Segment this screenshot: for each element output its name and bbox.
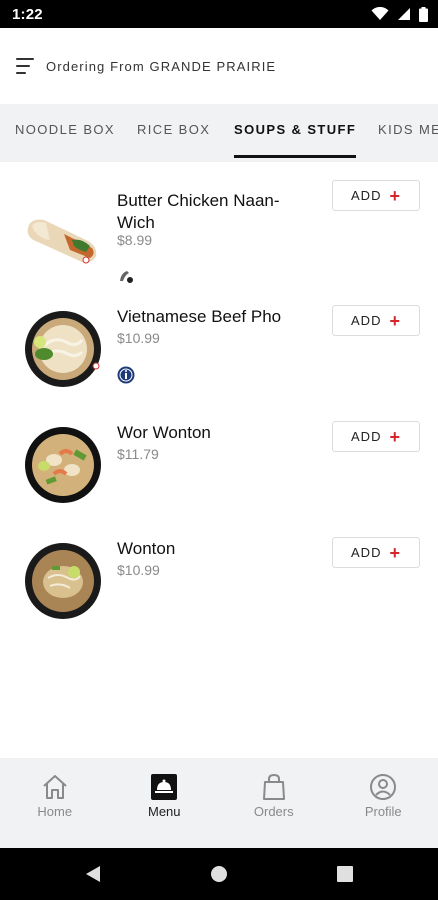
pho-bowl-image — [25, 311, 101, 387]
item-price: $8.99 — [117, 232, 153, 248]
category-tabs: NOODLE BOX RICE BOX SOUPS & STUFF KIDS M… — [0, 104, 438, 162]
item-price: $11.79 — [117, 446, 159, 462]
nav-menu-label: Menu — [147, 804, 181, 819]
plus-icon: + — [389, 426, 401, 447]
info-badge-icon — [117, 366, 135, 384]
nav-profile[interactable]: Profile — [329, 758, 438, 848]
battery-icon — [419, 6, 428, 22]
nav-profile-label: Profile — [364, 804, 402, 819]
wor-wonton-bowl-image — [25, 427, 101, 503]
signal-icon — [398, 8, 410, 20]
status-icons — [371, 6, 428, 22]
bottom-navigation: Home Menu Orders Profile — [0, 758, 438, 848]
item-name: Wonton — [117, 539, 176, 558]
add-label: ADD — [351, 429, 382, 444]
add-to-cart-button[interactable]: ADD + — [332, 305, 420, 336]
spicy-mild-icon — [120, 271, 133, 283]
plus-icon: + — [389, 310, 401, 331]
tab-rice-box[interactable]: RICE BOX — [137, 104, 210, 162]
menu-icon[interactable] — [16, 58, 36, 74]
status-time: 1:22 — [12, 5, 43, 23]
nav-orders[interactable]: Orders — [219, 758, 329, 848]
shopping-bag-icon — [262, 773, 285, 800]
home-icon — [43, 775, 67, 799]
item-price: $10.99 — [117, 562, 160, 578]
status-bar: 1:22 — [0, 0, 438, 28]
profile-icon — [370, 774, 397, 800]
item-name: Butter Chicken Naan-Wich — [117, 191, 280, 232]
menu-tab-icon — [151, 774, 178, 800]
wonton-bowl-image — [25, 543, 101, 619]
app-header: Ordering From GRANDE PRAIRIE — [0, 28, 438, 104]
add-label: ADD — [351, 313, 382, 328]
nav-orders-label: Orders — [253, 804, 294, 819]
item-name: Vietnamese Beef Pho — [117, 307, 282, 326]
add-to-cart-button[interactable]: ADD + — [332, 537, 420, 568]
tab-noodle-box[interactable]: NOODLE BOX — [15, 104, 115, 162]
nav-home-label: Home — [37, 804, 73, 819]
naan-wich-image — [27, 219, 97, 264]
system-navigation-bar — [0, 848, 438, 900]
tab-kids-menu[interactable]: KIDS ME — [378, 104, 438, 162]
plus-icon: + — [389, 185, 401, 206]
ordering-location-label[interactable]: Ordering From GRANDE PRAIRIE — [46, 59, 276, 74]
add-to-cart-button[interactable]: ADD + — [332, 421, 420, 452]
item-price: $10.99 — [117, 330, 160, 346]
wifi-icon — [371, 7, 389, 20]
recents-icon[interactable] — [336, 864, 354, 884]
nav-home[interactable]: Home — [0, 758, 110, 848]
menu-item[interactable]: Wor Wonton $11.79 ADD + — [0, 414, 438, 530]
menu-item[interactable]: Vietnamese Beef Pho $10.99 ADD + — [0, 298, 438, 414]
tab-soups-and-stuff[interactable]: SOUPS & STUFF — [234, 104, 357, 162]
add-label: ADD — [351, 188, 382, 203]
add-label: ADD — [351, 545, 382, 560]
menu-item[interactable]: Wonton $10.99 ADD + — [0, 530, 438, 646]
nav-menu[interactable]: Menu — [110, 758, 220, 848]
home-circle-icon[interactable] — [210, 864, 228, 884]
plus-icon: + — [389, 542, 401, 563]
item-name: Wor Wonton — [117, 423, 211, 442]
add-to-cart-button[interactable]: ADD + — [332, 180, 420, 211]
menu-item[interactable]: Butter Chicken Naan-Wich $8.99 ADD + — [0, 172, 438, 288]
back-icon[interactable] — [84, 864, 102, 884]
